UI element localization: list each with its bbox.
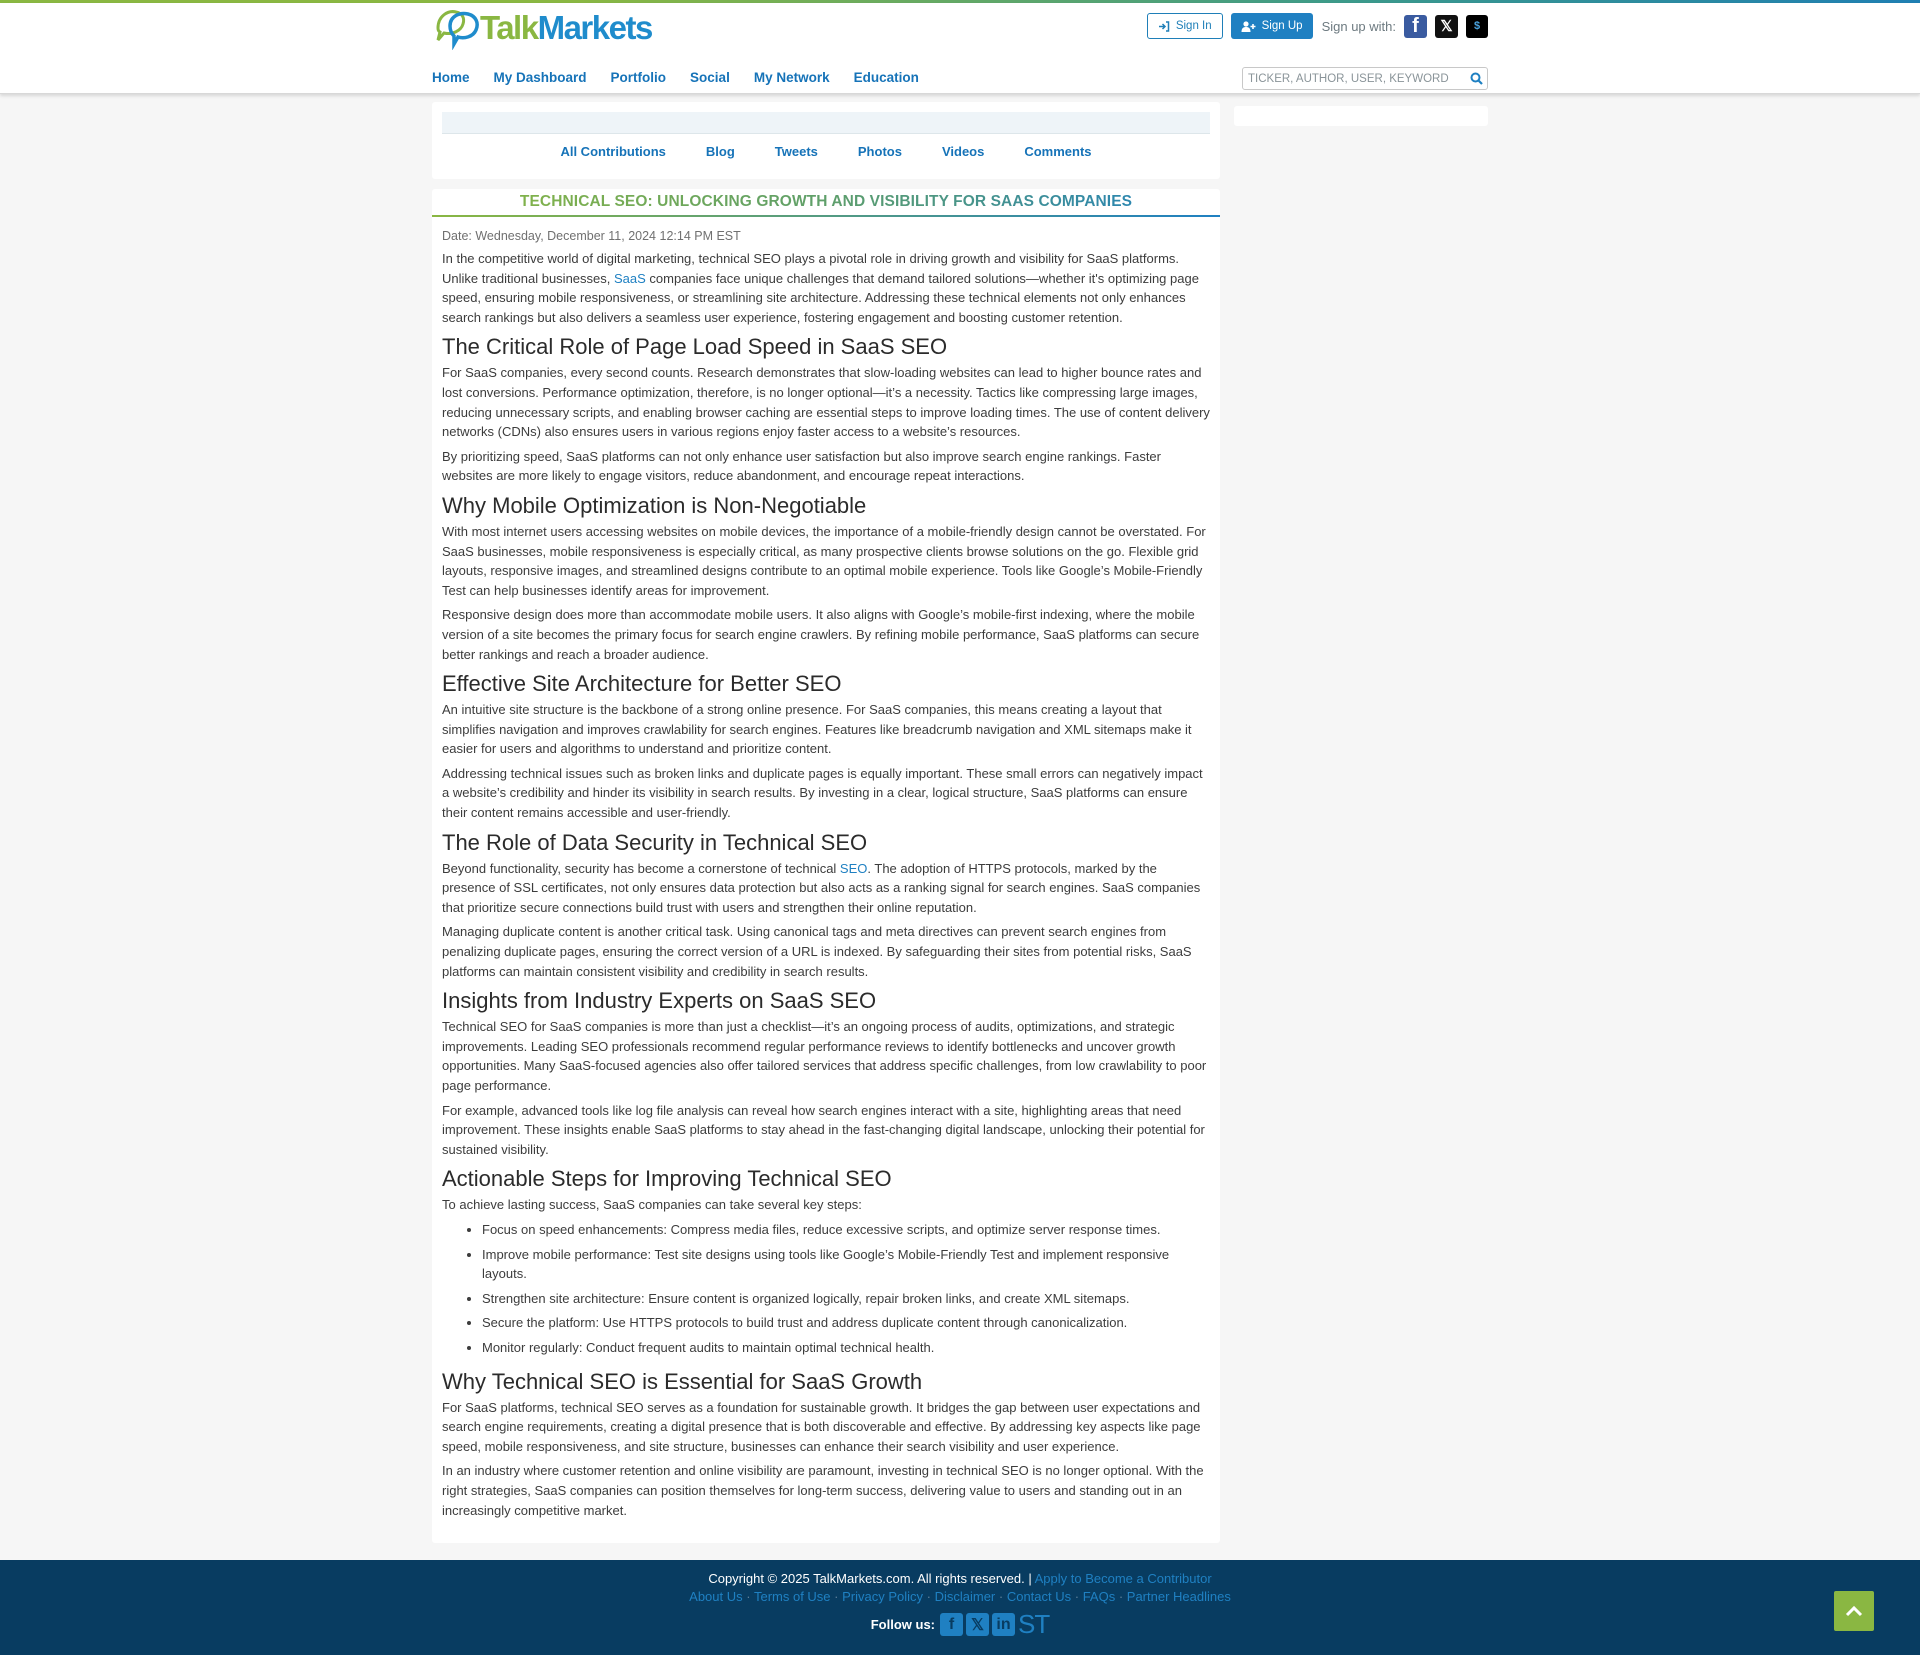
- back-to-top-button[interactable]: [1834, 1591, 1874, 1631]
- section-heading: Insights from Industry Experts on SaaS S…: [442, 988, 877, 1014]
- search-icon[interactable]: [1465, 68, 1487, 90]
- footer-link-disclaimer[interactable]: Disclaimer: [935, 1589, 996, 1604]
- footer-link-partner-headlines[interactable]: Partner Headlines: [1127, 1589, 1231, 1604]
- nav-my-network[interactable]: My Network: [754, 70, 830, 85]
- sign-up-with-label: Sign up with:: [1321, 18, 1396, 34]
- follow-x-button[interactable]: 𝕏: [966, 1613, 990, 1636]
- section-paragraph: Managing duplicate content is another cr…: [442, 924, 1192, 979]
- facebook-signup-button[interactable]: f: [1404, 14, 1427, 38]
- section-heading: The Critical Role of Page Load Speed in …: [442, 334, 948, 360]
- section-paragraph: For SaaS companies, every second counts.…: [442, 365, 1210, 440]
- facebook-icon: f: [1412, 14, 1419, 37]
- follow-us: Follow us: f 𝕏 in ST: [0, 1609, 1920, 1639]
- list-item: Improve mobile performance: Test site de…: [482, 1245, 1210, 1284]
- stocktwits-icon: ST: [1018, 1609, 1050, 1639]
- profile-banner: [442, 112, 1210, 134]
- section-paragraph: In an industry where customer retention …: [442, 1463, 1204, 1518]
- facebook-icon: f: [948, 1615, 955, 1633]
- nav-portfolio[interactable]: Portfolio: [611, 70, 667, 85]
- contribution-tabs: All Contributions Blog Tweets Photos Vid…: [442, 144, 1210, 159]
- follow-facebook-button[interactable]: f: [940, 1613, 964, 1636]
- sidebar-widget: [1234, 106, 1488, 126]
- logo-speech-bubbles-icon: [436, 10, 479, 50]
- follow-us-label: Follow us:: [870, 1617, 936, 1632]
- left-column: All Contributions Blog Tweets Photos Vid…: [432, 102, 1220, 1544]
- contributions-tabs-card: All Contributions Blog Tweets Photos Vid…: [432, 102, 1220, 179]
- logo[interactable]: TalkMarkets: [432, 6, 654, 50]
- copyright-text: Copyright © 2025 TalkMarkets.com. All ri…: [708, 1571, 1035, 1586]
- article-body: Date: Wednesday, December 11, 2024 12:14…: [432, 229, 1220, 1520]
- auth-area: Sign In Sign Up Sign up with: f 𝕏 $: [1146, 13, 1488, 39]
- article-title-bar: TECHNICAL SEO: UNLOCKING GROWTH AND VISI…: [432, 189, 1220, 217]
- sign-in-icon: [1158, 20, 1170, 32]
- footer-links: About Us · Terms of Use · Privacy Policy…: [689, 1589, 1231, 1604]
- section-paragraph: Beyond functionality, security has becom…: [442, 860, 1201, 915]
- follow-linkedin-button[interactable]: in: [992, 1613, 1016, 1636]
- list-item: Strengthen site architecture: Ensure con…: [482, 1289, 1210, 1309]
- nav-social[interactable]: Social: [690, 70, 730, 85]
- article: TECHNICAL SEO: UNLOCKING GROWTH AND VISI…: [432, 189, 1220, 1544]
- footer-link-contact[interactable]: Contact Us: [1007, 1589, 1071, 1604]
- footer-link-faqs[interactable]: FAQs: [1083, 1589, 1116, 1604]
- section-paragraph: To achieve lasting success, SaaS compani…: [442, 1197, 862, 1213]
- right-sidebar: [1234, 102, 1488, 1543]
- section-heading: Actionable Steps for Improving Technical…: [442, 1166, 892, 1192]
- list-item: Monitor regularly: Conduct frequent audi…: [482, 1338, 1210, 1358]
- apply-contributor-link[interactable]: Apply to Become a Contributor: [1035, 1571, 1212, 1586]
- saas-link[interactable]: SaaS: [614, 271, 646, 286]
- sign-up-label: Sign Up: [1261, 20, 1303, 32]
- search-input[interactable]: [1243, 68, 1465, 89]
- x-signup-button[interactable]: 𝕏: [1435, 14, 1458, 38]
- stocktwits-icon: $: [1473, 20, 1481, 32]
- section-paragraph: With most internet users accessing websi…: [442, 523, 1206, 598]
- section-paragraph: For SaaS platforms, technical SEO serves…: [442, 1399, 1201, 1454]
- section-heading: The Role of Data Security in Technical S…: [442, 829, 868, 855]
- logo-text-markets: Markets: [537, 9, 654, 46]
- section-heading: Why Mobile Optimization is Non-Negotiabl…: [442, 492, 867, 518]
- sign-in-label: Sign In: [1175, 20, 1212, 32]
- section-paragraph: For example, advanced tools like log fil…: [442, 1102, 1205, 1157]
- add-user-icon: [1241, 20, 1256, 32]
- chevron-up-icon: [1845, 1605, 1863, 1617]
- tab-videos[interactable]: Videos: [942, 144, 984, 159]
- section-heading: Why Technical SEO is Essential for SaaS …: [442, 1368, 923, 1394]
- article-date: Date: Wednesday, December 11, 2024 12:14…: [442, 229, 741, 243]
- main-nav: Home My Dashboard Portfolio Social My Ne…: [432, 70, 943, 85]
- tab-tweets[interactable]: Tweets: [775, 144, 818, 159]
- section-paragraph: An intuitive site structure is the backb…: [442, 702, 1192, 757]
- sign-up-button[interactable]: Sign Up: [1230, 13, 1313, 39]
- article-intro: In the competitive world of digital mark…: [442, 251, 1199, 325]
- x-icon: 𝕏: [971, 1616, 984, 1634]
- logo-text-talk: Talk: [480, 9, 539, 46]
- nav-home[interactable]: Home: [432, 70, 470, 85]
- nav-my-dashboard[interactable]: My Dashboard: [494, 70, 587, 85]
- section-paragraph: By prioritizing speed, SaaS platforms ca…: [442, 448, 1161, 484]
- seo-link[interactable]: SEO: [840, 861, 867, 876]
- section-paragraph: Technical SEO for SaaS companies is more…: [442, 1019, 1207, 1093]
- section-paragraph: Addressing technical issues such as brok…: [442, 765, 1203, 821]
- section-paragraph: Responsive design does more than accommo…: [442, 607, 1200, 662]
- search-box: [1242, 67, 1488, 90]
- follow-stocktwits-button[interactable]: ST: [1018, 1609, 1050, 1639]
- site-footer: Copyright © 2025 TalkMarkets.com. All ri…: [0, 1560, 1920, 1655]
- footer-link-privacy[interactable]: Privacy Policy: [842, 1589, 923, 1604]
- stocktwits-signup-button[interactable]: $: [1466, 14, 1488, 38]
- linkedin-icon: in: [996, 1615, 1011, 1633]
- tab-photos[interactable]: Photos: [858, 144, 902, 159]
- tab-all-contributions[interactable]: All Contributions: [560, 144, 665, 159]
- main-content: All Contributions Blog Tweets Photos Vid…: [432, 94, 1488, 1544]
- list-item: Secure the platform: Use HTTPS protocols…: [482, 1313, 1210, 1333]
- list-item: Focus on speed enhancements: Compress me…: [482, 1220, 1210, 1240]
- footer-link-about-us[interactable]: About Us: [689, 1589, 742, 1604]
- tab-comments[interactable]: Comments: [1024, 144, 1091, 159]
- section-heading: Effective Site Architecture for Better S…: [442, 671, 842, 697]
- nav-education[interactable]: Education: [854, 70, 919, 85]
- x-icon: 𝕏: [1440, 18, 1453, 35]
- tab-blog[interactable]: Blog: [706, 144, 735, 159]
- article-title: TECHNICAL SEO: UNLOCKING GROWTH AND VISI…: [432, 193, 1220, 211]
- sign-in-button[interactable]: Sign In: [1146, 13, 1223, 39]
- site-header: TalkMarkets Home My Dashboard Portfolio …: [0, 3, 1920, 94]
- footer-link-terms[interactable]: Terms of Use: [754, 1589, 831, 1604]
- steps-list: Focus on speed enhancements: Compress me…: [482, 1220, 1210, 1358]
